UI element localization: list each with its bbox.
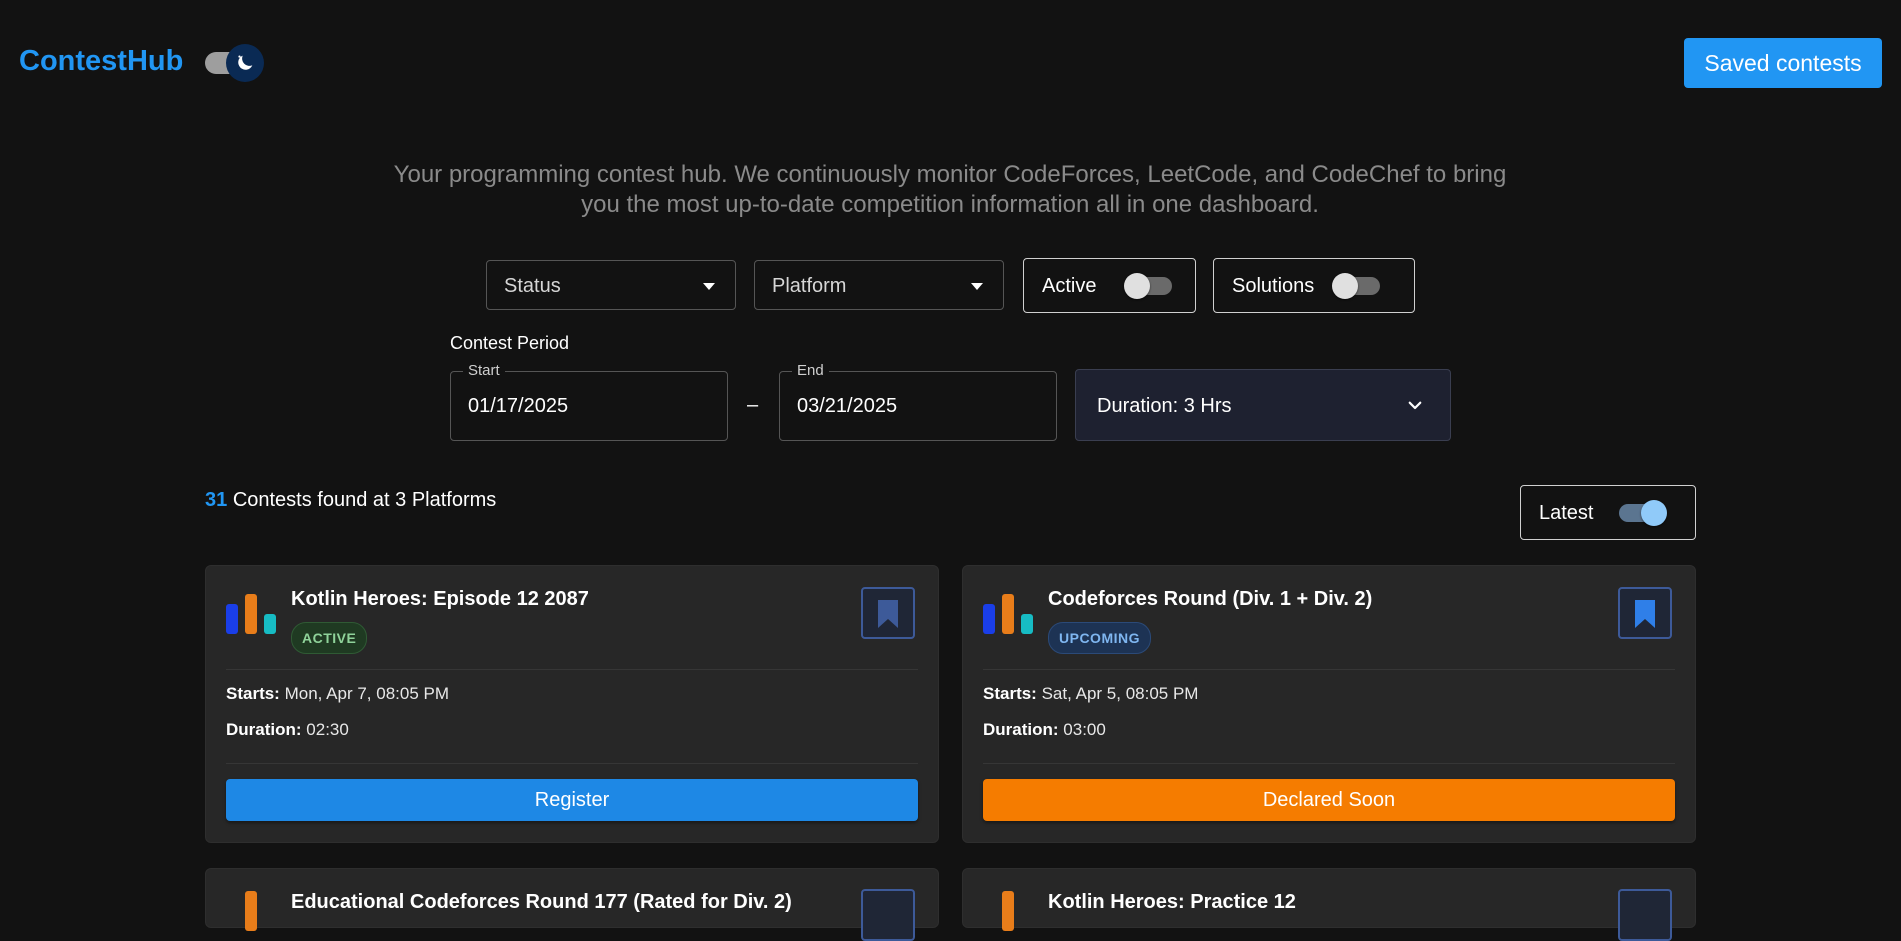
moon-icon xyxy=(238,55,253,70)
solutions-switch[interactable] xyxy=(1332,273,1380,299)
status-select[interactable]: Status xyxy=(486,260,736,310)
start-date-value: 01/17/2025 xyxy=(468,395,569,417)
dropdown-arrow-icon xyxy=(703,283,715,290)
contest-duration: Duration: 02:30 xyxy=(226,720,349,739)
latest-sort-label: Latest xyxy=(1539,502,1594,524)
platform-logo-icon xyxy=(226,889,282,931)
platform-logo-icon xyxy=(226,592,282,634)
switch-knob xyxy=(1124,273,1150,299)
active-switch[interactable] xyxy=(1124,273,1172,299)
contest-title: Codeforces Round (Div. 1 + Div. 2) xyxy=(1048,588,1373,610)
results-count: 31 xyxy=(205,489,228,511)
contest-card: Codeforces Round (Div. 1 + Div. 2) UPCOM… xyxy=(962,565,1696,843)
latest-sort-toggle[interactable]: Latest xyxy=(1520,485,1696,540)
register-button[interactable]: Register xyxy=(226,779,918,821)
contest-start: Starts: Sat, Apr 5, 08:05 PM xyxy=(983,684,1199,703)
platform-select-label: Platform xyxy=(772,275,847,297)
platform-logo-icon xyxy=(983,889,1039,931)
card-divider xyxy=(983,669,1675,670)
start-date-field[interactable]: Start 01/17/2025 xyxy=(450,362,728,441)
switch-knob xyxy=(1641,500,1667,526)
solutions-filter-label: Solutions xyxy=(1232,275,1315,297)
duration-select[interactable]: Duration: 3 Hrs xyxy=(1075,369,1451,441)
status-badge: ACTIVE xyxy=(291,622,368,654)
bookmark-button[interactable] xyxy=(861,587,915,639)
active-filter-label: Active xyxy=(1042,275,1097,297)
duration-select-label: Duration: 3 Hrs xyxy=(1097,395,1232,417)
tagline: Your programming contest hub. We continu… xyxy=(393,161,1507,218)
status-select-label: Status xyxy=(504,275,561,297)
platform-logo-icon xyxy=(983,592,1039,634)
status-badge: UPCOMING xyxy=(1048,622,1151,654)
contest-period-label: Contest Period xyxy=(450,333,570,353)
card-divider xyxy=(983,763,1675,764)
dropdown-arrow-icon xyxy=(971,283,983,290)
contest-title: Kotlin Heroes: Episode 12 2087 xyxy=(291,588,589,610)
bookmark-icon xyxy=(878,600,898,628)
contest-start: Starts: Mon, Apr 7, 08:05 PM xyxy=(226,684,450,703)
end-date-caption: End xyxy=(792,362,829,379)
bookmark-button[interactable] xyxy=(1618,889,1672,941)
bookmark-filled-icon xyxy=(1635,600,1655,628)
switch-knob xyxy=(1332,273,1358,299)
date-range-separator: – xyxy=(747,394,759,416)
card-divider xyxy=(226,763,918,764)
contest-card: Educational Codeforces Round 177 (Rated … xyxy=(205,868,939,941)
theme-toggle[interactable] xyxy=(205,44,265,82)
end-date-value: 03/21/2025 xyxy=(797,395,898,417)
theme-toggle-knob xyxy=(226,44,264,82)
start-date-caption: Start xyxy=(463,362,505,379)
card-divider xyxy=(226,669,918,670)
contest-card: Kotlin Heroes: Practice 12 xyxy=(962,868,1696,941)
saved-contests-button[interactable]: Saved contests xyxy=(1684,38,1882,88)
bookmark-button[interactable] xyxy=(1618,587,1672,639)
contest-title: Educational Codeforces Round 177 (Rated … xyxy=(291,891,792,913)
results-text: Contests found at 3 Platforms xyxy=(232,489,497,511)
contest-title: Kotlin Heroes: Practice 12 xyxy=(1048,891,1296,913)
bookmark-button[interactable] xyxy=(861,889,915,941)
declared-soon-button[interactable]: Declared Soon xyxy=(983,779,1675,821)
solutions-filter[interactable]: Solutions xyxy=(1213,258,1415,313)
results-summary: 31 Contests found at 3 Platforms xyxy=(205,489,496,512)
contest-card: Kotlin Heroes: Episode 12 2087 ACTIVE St… xyxy=(205,565,939,843)
latest-switch[interactable] xyxy=(1619,500,1667,526)
chevron-down-icon xyxy=(1408,401,1422,410)
app-logo-title[interactable]: ContestHub xyxy=(19,45,183,78)
active-filter[interactable]: Active xyxy=(1023,258,1196,313)
platform-select[interactable]: Platform xyxy=(754,260,1004,310)
end-date-field[interactable]: End 03/21/2025 xyxy=(779,362,1057,441)
contest-duration: Duration: 03:00 xyxy=(983,720,1106,739)
